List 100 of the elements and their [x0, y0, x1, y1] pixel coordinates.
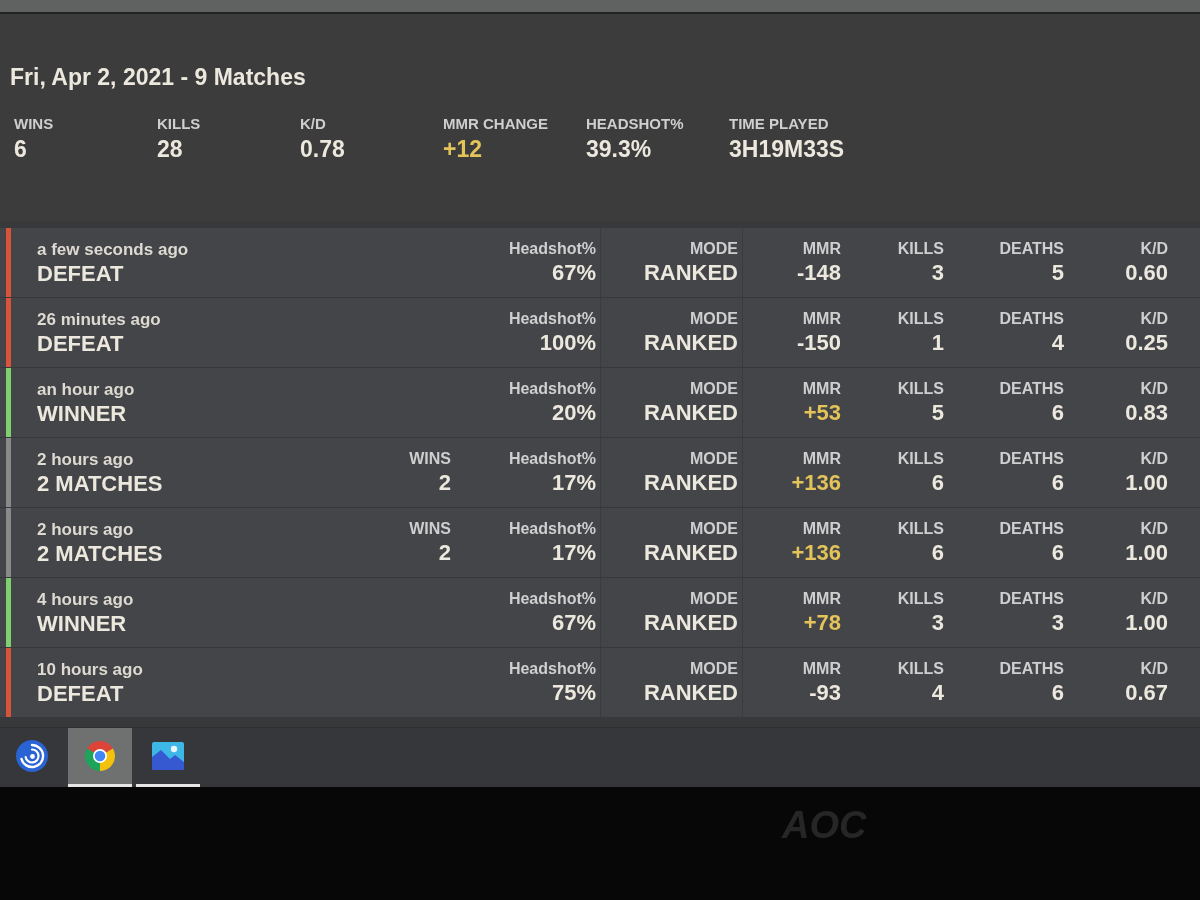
stat-value: -93 — [809, 678, 841, 707]
stat-label: WINS — [409, 518, 451, 539]
stat-label: KILLS — [897, 378, 944, 399]
stat-label: Headshot% — [508, 588, 596, 609]
stat-value: RANKED — [643, 608, 738, 637]
stat-label: MMR — [802, 588, 841, 609]
stat-value: 75% — [551, 678, 596, 707]
stat-label: Headshot% — [508, 308, 596, 329]
stat-label: Headshot% — [508, 518, 596, 539]
stat-value: 1.00 — [1125, 468, 1168, 497]
stat-label: K/D — [300, 114, 326, 134]
stat-value: 5 — [931, 398, 944, 427]
stat-label: DEATHS — [999, 378, 1064, 399]
match-result: WINNER — [37, 609, 128, 637]
stat-label: KILLS — [157, 114, 201, 134]
match-result: WINNER — [37, 399, 128, 427]
stat-value: +136 — [791, 468, 841, 497]
stat-value: +78 — [803, 608, 841, 637]
stat-value: 5 — [1051, 258, 1064, 287]
stat-value: 0.25 — [1125, 328, 1168, 357]
stat-value: RANKED — [643, 398, 738, 427]
stat-label: MMR — [802, 378, 841, 399]
stat-value: 3H19M33S — [729, 135, 845, 164]
stat-value: 0.67 — [1125, 678, 1168, 707]
stat-value: 17% — [551, 468, 596, 497]
stat-value: 0.60 — [1125, 258, 1168, 287]
stat-label: K/D — [1140, 308, 1168, 329]
stat-label: K/D — [1140, 588, 1168, 609]
stat-label: K/D — [1140, 378, 1168, 399]
stat-value: 3 — [931, 258, 944, 287]
stat-label: KILLS — [897, 588, 944, 609]
match-time: 2 hours ago — [37, 448, 135, 470]
stat-value: 1.00 — [1125, 538, 1168, 567]
stat-label: KILLS — [897, 658, 944, 679]
stat-label: WINS — [409, 448, 451, 469]
tricolor-circle-icon — [85, 741, 115, 771]
stat-value: 1 — [931, 328, 944, 357]
match-time: an hour ago — [37, 378, 136, 400]
stat-value: 6 — [1051, 538, 1064, 567]
stat-label: MMR — [802, 518, 841, 539]
stat-label: MODE — [690, 378, 738, 399]
stat-label: MMR — [802, 448, 841, 469]
stat-label: Headshot% — [508, 378, 596, 399]
stat-value: 39.3% — [586, 135, 652, 164]
stat-value: 67% — [551, 258, 596, 287]
stat-value: 6 — [931, 538, 944, 567]
stat-value: -148 — [796, 258, 841, 287]
stat-value: RANKED — [643, 328, 738, 357]
stat-label: MMR CHANGE — [443, 114, 548, 134]
stat-value: +12 — [443, 135, 482, 164]
stat-value: 6 — [1051, 398, 1064, 427]
stat-label: Headshot% — [508, 658, 596, 679]
stat-value: 4 — [1051, 328, 1064, 357]
stat-label: DEATHS — [999, 518, 1064, 539]
stat-label: KILLS — [897, 518, 944, 539]
stat-label: K/D — [1140, 658, 1168, 679]
stat-value: RANKED — [643, 538, 738, 567]
stat-value: 6 — [931, 468, 944, 497]
stat-label: DEATHS — [999, 448, 1064, 469]
stat-value: 0.83 — [1125, 398, 1168, 427]
stat-label: MODE — [690, 238, 738, 259]
stat-value: RANKED — [643, 678, 738, 707]
stat-label: K/D — [1140, 518, 1168, 539]
stat-value: 67% — [551, 608, 596, 637]
match-time: 2 hours ago — [37, 518, 135, 540]
stat-label: DEATHS — [999, 588, 1064, 609]
stat-label: DEATHS — [999, 308, 1064, 329]
stat-value: 17% — [551, 538, 596, 567]
stat-label: Headshot% — [508, 238, 596, 259]
stat-label: KILLS — [897, 238, 944, 259]
stat-value: 6 — [1051, 678, 1064, 707]
stat-label: MODE — [690, 308, 738, 329]
stat-value: 100% — [539, 328, 596, 357]
stat-value: 3 — [931, 608, 944, 637]
match-time: a few seconds ago — [37, 238, 190, 260]
stat-value: 0.78 — [300, 135, 345, 164]
swirl-icon — [16, 740, 48, 772]
stat-value: 20% — [551, 398, 596, 427]
stat-value: RANKED — [643, 468, 738, 497]
stat-label: MMR — [802, 308, 841, 329]
stat-value: 6 — [1051, 468, 1064, 497]
stat-label: MODE — [690, 588, 738, 609]
stat-value: +136 — [791, 538, 841, 567]
stat-value: RANKED — [643, 258, 738, 287]
stat-label: KILLS — [897, 308, 944, 329]
match-time: 4 hours ago — [37, 588, 135, 610]
stat-label: TIME PLAYED — [729, 114, 829, 134]
stat-label: DEATHS — [999, 238, 1064, 259]
match-result: DEFEAT — [37, 259, 125, 287]
match-result: DEFEAT — [37, 679, 125, 707]
stat-value: 2 — [438, 538, 451, 567]
stat-label: MODE — [690, 448, 738, 469]
stat-value: 6 — [14, 135, 27, 164]
match-time: 26 minutes ago — [37, 308, 162, 330]
stat-label: DEATHS — [999, 658, 1064, 679]
match-result: DEFEAT — [37, 329, 125, 357]
stat-value: 1.00 — [1125, 608, 1168, 637]
stat-label: MODE — [690, 658, 738, 679]
match-time: 10 hours ago — [37, 658, 144, 680]
match-result: 2 MATCHES — [37, 469, 164, 497]
